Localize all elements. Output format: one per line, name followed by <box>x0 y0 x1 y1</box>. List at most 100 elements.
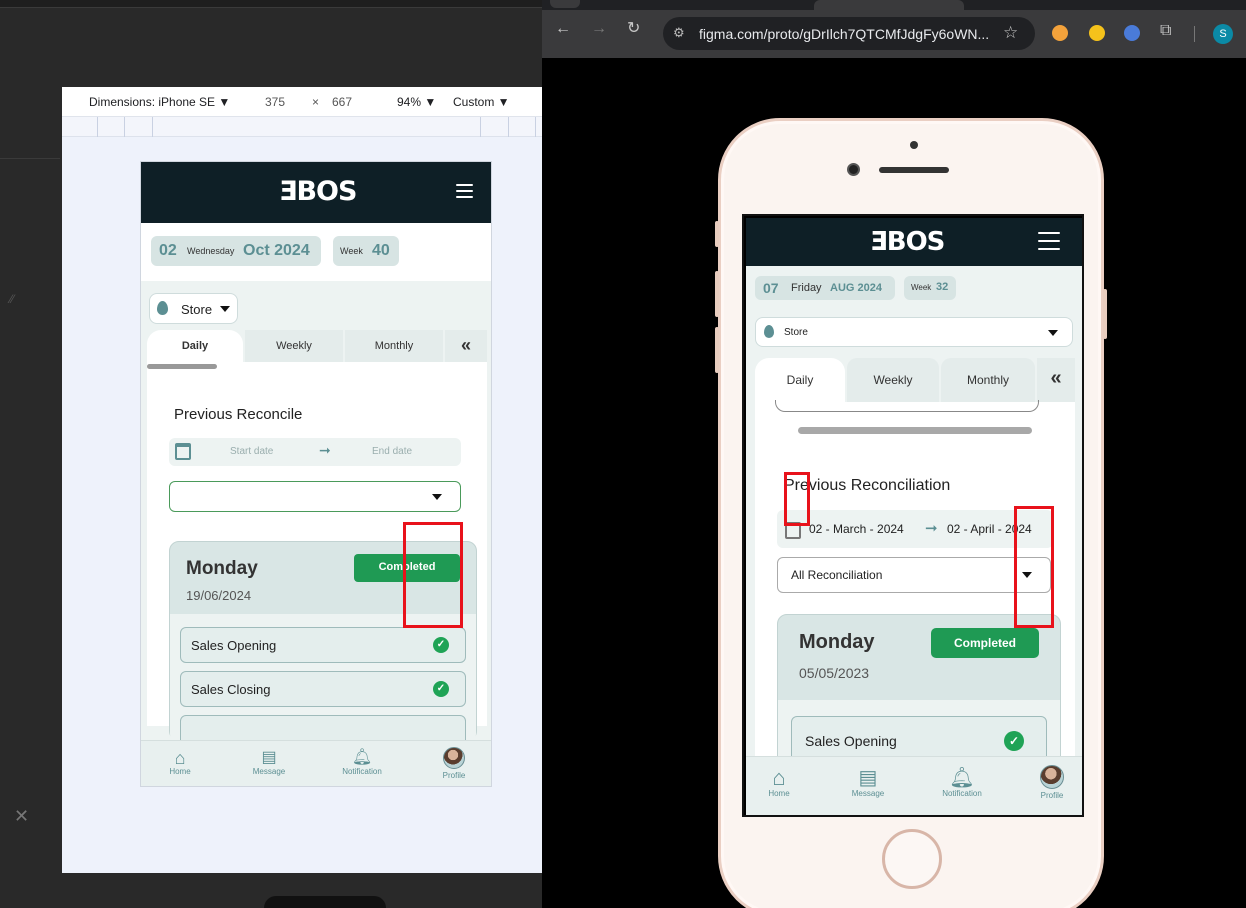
divider <box>0 158 60 159</box>
annotation-highlight <box>403 522 463 628</box>
tab-daily[interactable]: Daily <box>755 358 845 402</box>
annotation-highlight <box>1014 506 1054 628</box>
check-icon: ✓ <box>433 681 449 697</box>
filter-value: All Reconciliation <box>791 568 883 582</box>
chevron-down-icon <box>220 306 230 312</box>
week-number: 32 <box>936 281 949 293</box>
app-header: ƎBOS <box>141 162 491 223</box>
store-label: Store <box>784 327 808 338</box>
app-logo: ƎBOS <box>279 176 357 207</box>
week-chip: Week 40 <box>333 236 399 266</box>
arrow-right-icon: ➞ <box>925 520 938 537</box>
nav-home[interactable]: ⌂ Home <box>165 749 195 776</box>
date-weekday: Wednesday <box>187 246 235 256</box>
tab-strip <box>542 0 1246 10</box>
device-dimensions-select[interactable]: Dimensions: iPhone SE ▼ <box>89 95 230 109</box>
forward-icon[interactable]: → <box>591 20 607 38</box>
tab-monthly[interactable]: Monthly <box>345 330 443 362</box>
status-badge: Completed <box>931 628 1039 658</box>
tab-monthly[interactable]: Monthly <box>941 358 1035 402</box>
reconcile-filter-select[interactable]: All Reconciliation <box>777 557 1051 593</box>
date-range-picker[interactable]: 02 - March - 2024 ➞ 02 - April - 2024 <box>777 510 1053 548</box>
nav-message[interactable]: ▤ Message <box>249 749 289 776</box>
check-icon: ✓ <box>433 637 449 653</box>
phone-frame: ƎBOS 07 Friday AUG 2024 Week 32 Store Da… <box>715 118 1107 908</box>
url-text[interactable]: figma.com/proto/gDrIlch7QTCMfJdgFy6oWN..… <box>699 26 989 42</box>
extension-icon[interactable] <box>1052 25 1068 41</box>
device-width-input[interactable]: 375 <box>265 95 285 109</box>
chevron-down-icon <box>432 494 442 500</box>
app-header: ƎBOS <box>746 218 1082 266</box>
times-label: × <box>312 95 320 109</box>
date-weekday: Friday <box>791 282 822 294</box>
bottom-nav: ⌂ Home ▤ Message 🔔︎ Notification Profile <box>141 740 491 786</box>
profile-avatar[interactable]: S <box>1213 24 1233 44</box>
nav-message[interactable]: ▤ Message <box>848 767 888 798</box>
scrollbar-thumb[interactable] <box>798 427 1032 434</box>
reload-icon[interactable]: ↻ <box>627 20 640 38</box>
home-icon: ⌂ <box>772 765 786 790</box>
reconcile-filter-select[interactable] <box>169 481 461 512</box>
message-icon: ▤ <box>858 767 878 789</box>
throttle-select[interactable]: Custom ▼ <box>453 95 510 109</box>
phone-speaker <box>879 167 949 173</box>
tab-weekly[interactable]: Weekly <box>245 330 343 362</box>
scrollbar-thumb[interactable] <box>147 364 217 369</box>
phone-side-button <box>1103 289 1107 339</box>
week-number: 40 <box>372 242 390 259</box>
app-logo: ƎBOS <box>870 227 945 257</box>
bookmark-star-icon[interactable]: ☆ <box>1003 23 1018 43</box>
tab-daily[interactable]: Daily <box>147 330 243 362</box>
date-month-year: Oct 2024 <box>243 242 310 259</box>
tab[interactable] <box>814 0 964 10</box>
extension-icon[interactable] <box>1089 25 1105 41</box>
nav-home[interactable]: ⌂ Home <box>764 765 794 799</box>
tab-weekly[interactable]: Weekly <box>847 358 939 402</box>
nav-profile[interactable]: Profile <box>439 747 469 780</box>
start-date-input[interactable]: Start date <box>230 446 273 457</box>
devtools-pane: ⁄⁄ ✕ Dimensions: iPhone SE ▼ 375 × 667 9… <box>0 0 542 908</box>
back-icon[interactable]: ← <box>555 20 571 38</box>
start-date-input[interactable]: 02 - March - 2024 <box>809 522 904 536</box>
period-tabs: Daily Weekly Monthly « <box>147 330 487 362</box>
tab[interactable] <box>550 0 580 8</box>
home-button[interactable] <box>882 829 942 889</box>
date-range-picker[interactable]: Start date ➞ End date <box>169 438 461 466</box>
collapse-icon[interactable]: « <box>445 330 487 362</box>
reconcile-card[interactable]: Monday 05/05/2023 Completed Sales Openin… <box>777 614 1061 780</box>
nav-notification[interactable]: 🔔︎ Notification <box>937 767 987 798</box>
puzzle-extensions-icon[interactable]: ⧉ <box>1160 22 1171 40</box>
collapse-icon[interactable]: « <box>1037 358 1075 402</box>
period-tabs: Daily Weekly Monthly « <box>755 358 1075 402</box>
floating-pill <box>264 896 386 908</box>
end-date-input[interactable]: End date <box>372 446 412 457</box>
task-item[interactable]: Sales Opening ✓ <box>180 627 466 663</box>
close-icon[interactable]: ✕ <box>14 806 29 827</box>
devtools-top-strip <box>0 0 542 8</box>
nav-message-label: Message <box>851 789 885 798</box>
device-height-input[interactable]: 667 <box>332 95 352 109</box>
week-label: Week <box>911 283 932 292</box>
address-bar[interactable]: ⚙ figma.com/proto/gDrIlch7QTCMfJdgFy6oWN… <box>663 17 1035 50</box>
avatar <box>443 747 465 769</box>
extension-icon[interactable] <box>1124 25 1140 41</box>
menu-icon[interactable] <box>456 184 473 198</box>
task-item[interactable]: Sales Closing ✓ <box>180 671 466 707</box>
task-label: Sales Opening <box>191 638 277 653</box>
nav-notification-label: Notification <box>942 789 982 798</box>
date-day: 02 <box>159 242 177 259</box>
week-chip: Week 32 <box>904 276 956 300</box>
media-query-ruler <box>62 117 542 137</box>
card-date: 05/05/2023 <box>799 665 870 681</box>
nav-profile-label: Profile <box>442 771 466 780</box>
phone-screen: ƎBOS 07 Friday AUG 2024 Week 32 Store Da… <box>742 214 1084 817</box>
chevron-down-icon <box>1048 330 1058 336</box>
store-select[interactable]: Store <box>755 317 1073 347</box>
nav-notification[interactable]: 🔔︎ Notification <box>337 749 387 776</box>
site-info-icon[interactable]: ⚙ <box>673 25 685 41</box>
calendar-icon <box>175 443 191 460</box>
store-select[interactable]: Store <box>149 293 238 324</box>
nav-profile[interactable]: Profile <box>1037 765 1067 800</box>
zoom-select[interactable]: 94% ▼ <box>397 95 436 109</box>
menu-icon[interactable] <box>1038 232 1060 250</box>
